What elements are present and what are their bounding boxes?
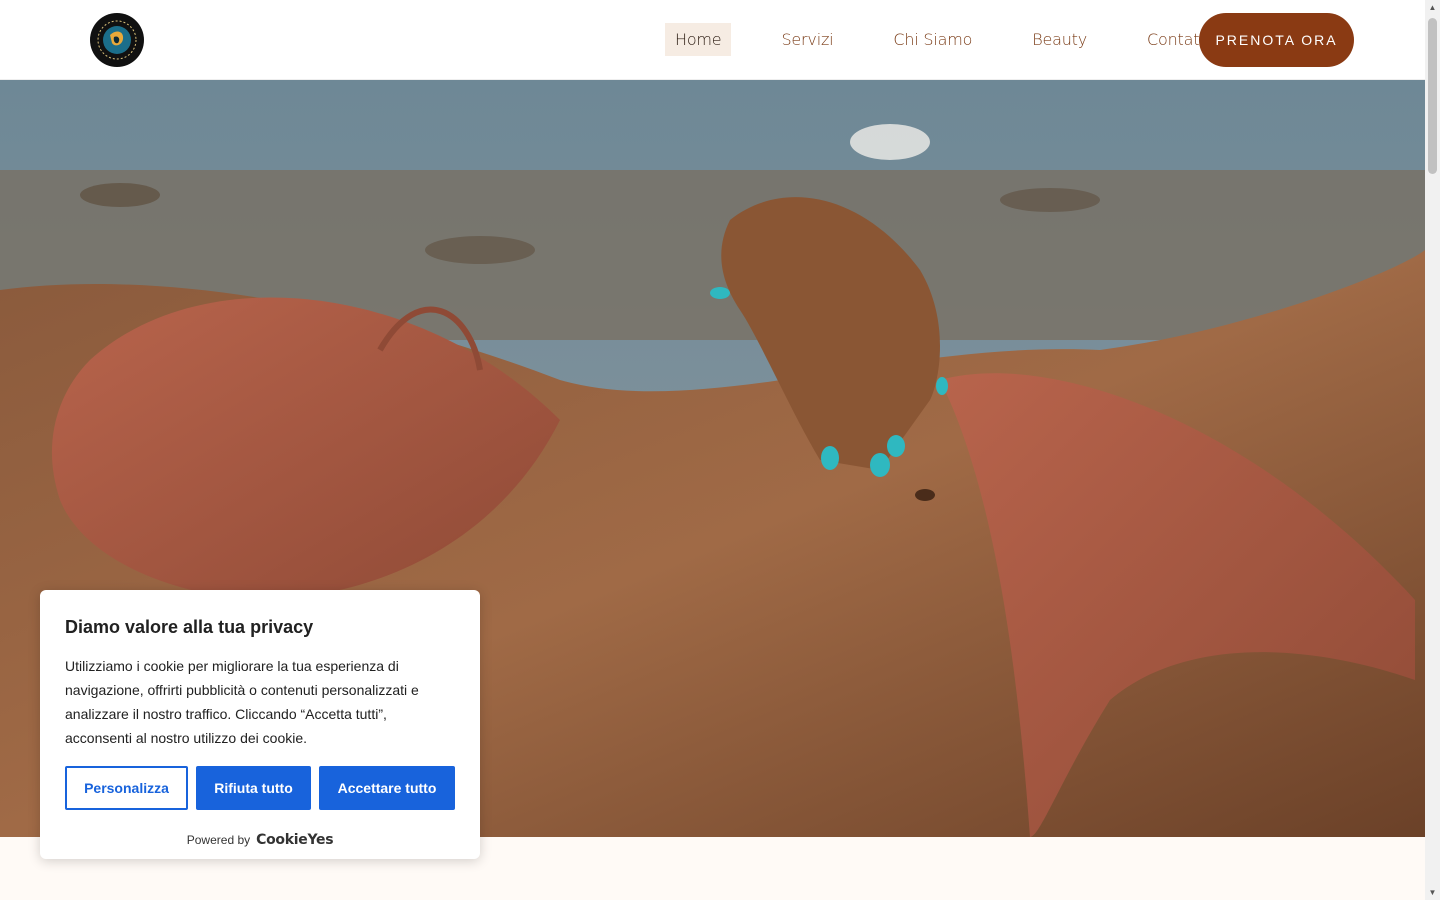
triangle-down-icon[interactable]: ▼	[1425, 885, 1440, 900]
customize-button[interactable]: Personalizza	[65, 766, 188, 810]
nav-home[interactable]: Home	[665, 23, 732, 56]
nav-beauty[interactable]: Beauty	[1022, 23, 1097, 56]
cookie-banner: Diamo valore alla tua privacy Utilizziam…	[40, 590, 480, 859]
reject-all-button[interactable]: Rifiuta tutto	[196, 766, 311, 810]
cookie-description: Utilizziamo i cookie per migliorare la t…	[65, 658, 419, 746]
cookie-buttons: Personalizza Rifiuta tutto Accettare tut…	[65, 766, 455, 810]
triangle-up-icon[interactable]: ▲	[1425, 0, 1440, 15]
nav-chi-siamo[interactable]: Chi Siamo	[883, 23, 982, 56]
book-now-button[interactable]: PRENOTA ORA	[1199, 13, 1354, 67]
main-nav: Home Servizi Chi Siamo Beauty Contatti	[665, 23, 1220, 56]
cookieyes-logo[interactable]: CookieYes	[256, 832, 333, 848]
powered-by-label: Powered by	[186, 833, 251, 847]
cookie-title: Diamo valore alla tua privacy	[65, 617, 314, 637]
site-header: Home Servizi Chi Siamo Beauty Contatti P…	[0, 0, 1425, 80]
nav-servizi[interactable]: Servizi	[771, 23, 843, 56]
logo-icon	[91, 14, 143, 66]
scrollbar[interactable]: ▲ ▼	[1425, 0, 1440, 900]
logo[interactable]	[90, 13, 144, 67]
accept-all-button[interactable]: Accettare tutto	[319, 766, 455, 810]
scroll-thumb[interactable]	[1428, 18, 1437, 174]
powered-by: Powered by CookieYes	[65, 832, 455, 848]
